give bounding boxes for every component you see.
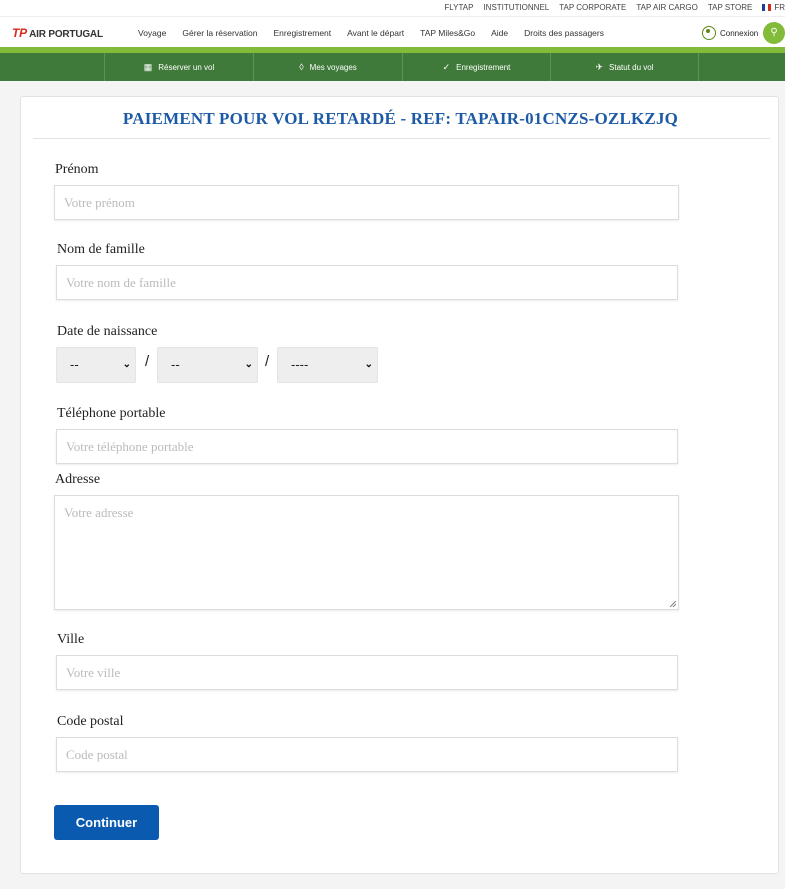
utility-bar: FLYTAP INSTITUTIONNEL TAP CORPORATE TAP … — [0, 0, 785, 16]
top-link-tap-corporate[interactable]: TAP CORPORATE — [559, 3, 626, 12]
subnav-label: Mes voyages — [309, 63, 357, 72]
top-link-institutionnel[interactable]: INSTITUTIONNEL — [483, 3, 549, 12]
birth-month-select[interactable]: -- ⌄ — [157, 347, 258, 383]
subnav-mes-voyages[interactable]: ◊ Mes voyages — [253, 53, 402, 81]
phone-input[interactable]: Votre téléphone portable — [56, 429, 678, 464]
top-link-flytap[interactable]: FLYTAP — [444, 3, 473, 12]
utility-links: FLYTAP INSTITUTIONNEL TAP CORPORATE TAP … — [444, 3, 785, 12]
subnav-enregistrement[interactable]: ✓ Enregistrement — [402, 53, 550, 81]
subnav-label: Enregistrement — [456, 63, 511, 72]
sub-nav: ▦ Réserver un vol ◊ Mes voyages ✓ Enregistr… — [0, 53, 785, 81]
check-circle-icon: ✓ — [442, 62, 451, 72]
postal-code-label: Code postal — [57, 714, 124, 729]
search-button[interactable]: ⚲ — [763, 22, 785, 44]
city-label: Ville — [57, 632, 85, 647]
address-label: Adresse — [55, 472, 101, 487]
phone-label: Téléphone portable — [57, 406, 166, 421]
nav-aide[interactable]: Aide — [491, 28, 508, 38]
ticket-icon: ◊ — [299, 62, 304, 72]
main-nav: Voyage Gérer la réservation Enregistreme… — [138, 28, 620, 38]
login-label: Connexion — [720, 28, 759, 38]
nav-gerer-reservation[interactable]: Gérer la réservation — [182, 28, 257, 38]
language-selector[interactable]: FR — [762, 3, 785, 12]
first-name-input[interactable]: Votre prénom — [54, 185, 679, 220]
birth-date-label: Date de naissance — [57, 324, 158, 339]
search-icon: ⚲ — [770, 27, 778, 38]
nav-voyage[interactable]: Voyage — [138, 28, 166, 38]
france-flag-icon — [762, 4, 772, 11]
title-divider — [33, 138, 770, 139]
language-code: FR — [774, 3, 785, 12]
address-textarea[interactable]: Votre adresse — [54, 495, 679, 610]
nav-enregistrement[interactable]: Enregistrement — [274, 28, 332, 38]
resize-handle-icon[interactable] — [670, 601, 676, 607]
birth-year-value: ---- — [291, 357, 309, 372]
nav-droits-passagers[interactable]: Droits des passagers — [524, 28, 604, 38]
chevron-down-icon: ⌄ — [364, 359, 373, 370]
subnav-label: Statut du vol — [609, 63, 654, 72]
nav-miles-go[interactable]: TAP Miles&Go — [420, 28, 475, 38]
birth-day-value: -- — [70, 357, 79, 372]
date-separator: / — [265, 353, 270, 370]
payment-form-card: PAIEMENT POUR VOL RETARDÉ - REF: TAPAIR-… — [20, 96, 779, 874]
subnav-reserver-vol[interactable]: ▦ Réserver un vol — [104, 53, 253, 81]
nav-avant-depart[interactable]: Avant le départ — [347, 28, 404, 38]
last-name-label: Nom de famille — [57, 242, 145, 257]
birth-year-select[interactable]: ---- ⌄ — [277, 347, 378, 383]
login-link[interactable]: Connexion — [702, 26, 758, 40]
user-icon — [702, 26, 716, 40]
subnav-statut-vol[interactable]: ✈ Statut du vol — [550, 53, 699, 81]
first-name-label: Prénom — [55, 162, 99, 177]
top-link-tap-store[interactable]: TAP STORE — [708, 3, 752, 12]
brand-logo[interactable]: TP AIR PORTUGAL — [12, 26, 103, 40]
chevron-down-icon: ⌄ — [244, 359, 253, 370]
brand-mark: TP — [12, 26, 27, 40]
birth-day-select[interactable]: -- ⌄ — [56, 347, 136, 383]
continue-button[interactable]: Continuer — [54, 805, 159, 840]
address-placeholder: Votre adresse — [64, 505, 134, 520]
last-name-input[interactable]: Votre nom de famille — [56, 265, 678, 300]
postal-code-input[interactable]: Code postal — [56, 737, 678, 772]
subnav-label: Réserver un vol — [158, 63, 215, 72]
chevron-down-icon: ⌄ — [122, 359, 131, 370]
flight-status-icon: ✈ — [595, 62, 604, 72]
form-title: PAIEMENT POUR VOL RETARDÉ - REF: TAPAIR-… — [122, 109, 679, 128]
top-link-tap-air-cargo[interactable]: TAP AIR CARGO — [636, 3, 698, 12]
main-header: TP AIR PORTUGAL Voyage Gérer la réservat… — [0, 16, 785, 48]
brand-name: AIR PORTUGAL — [29, 29, 103, 40]
city-input[interactable]: Votre ville — [56, 655, 678, 690]
birth-month-value: -- — [171, 357, 180, 372]
date-separator: / — [145, 353, 150, 370]
calendar-icon: ▦ — [143, 62, 153, 72]
